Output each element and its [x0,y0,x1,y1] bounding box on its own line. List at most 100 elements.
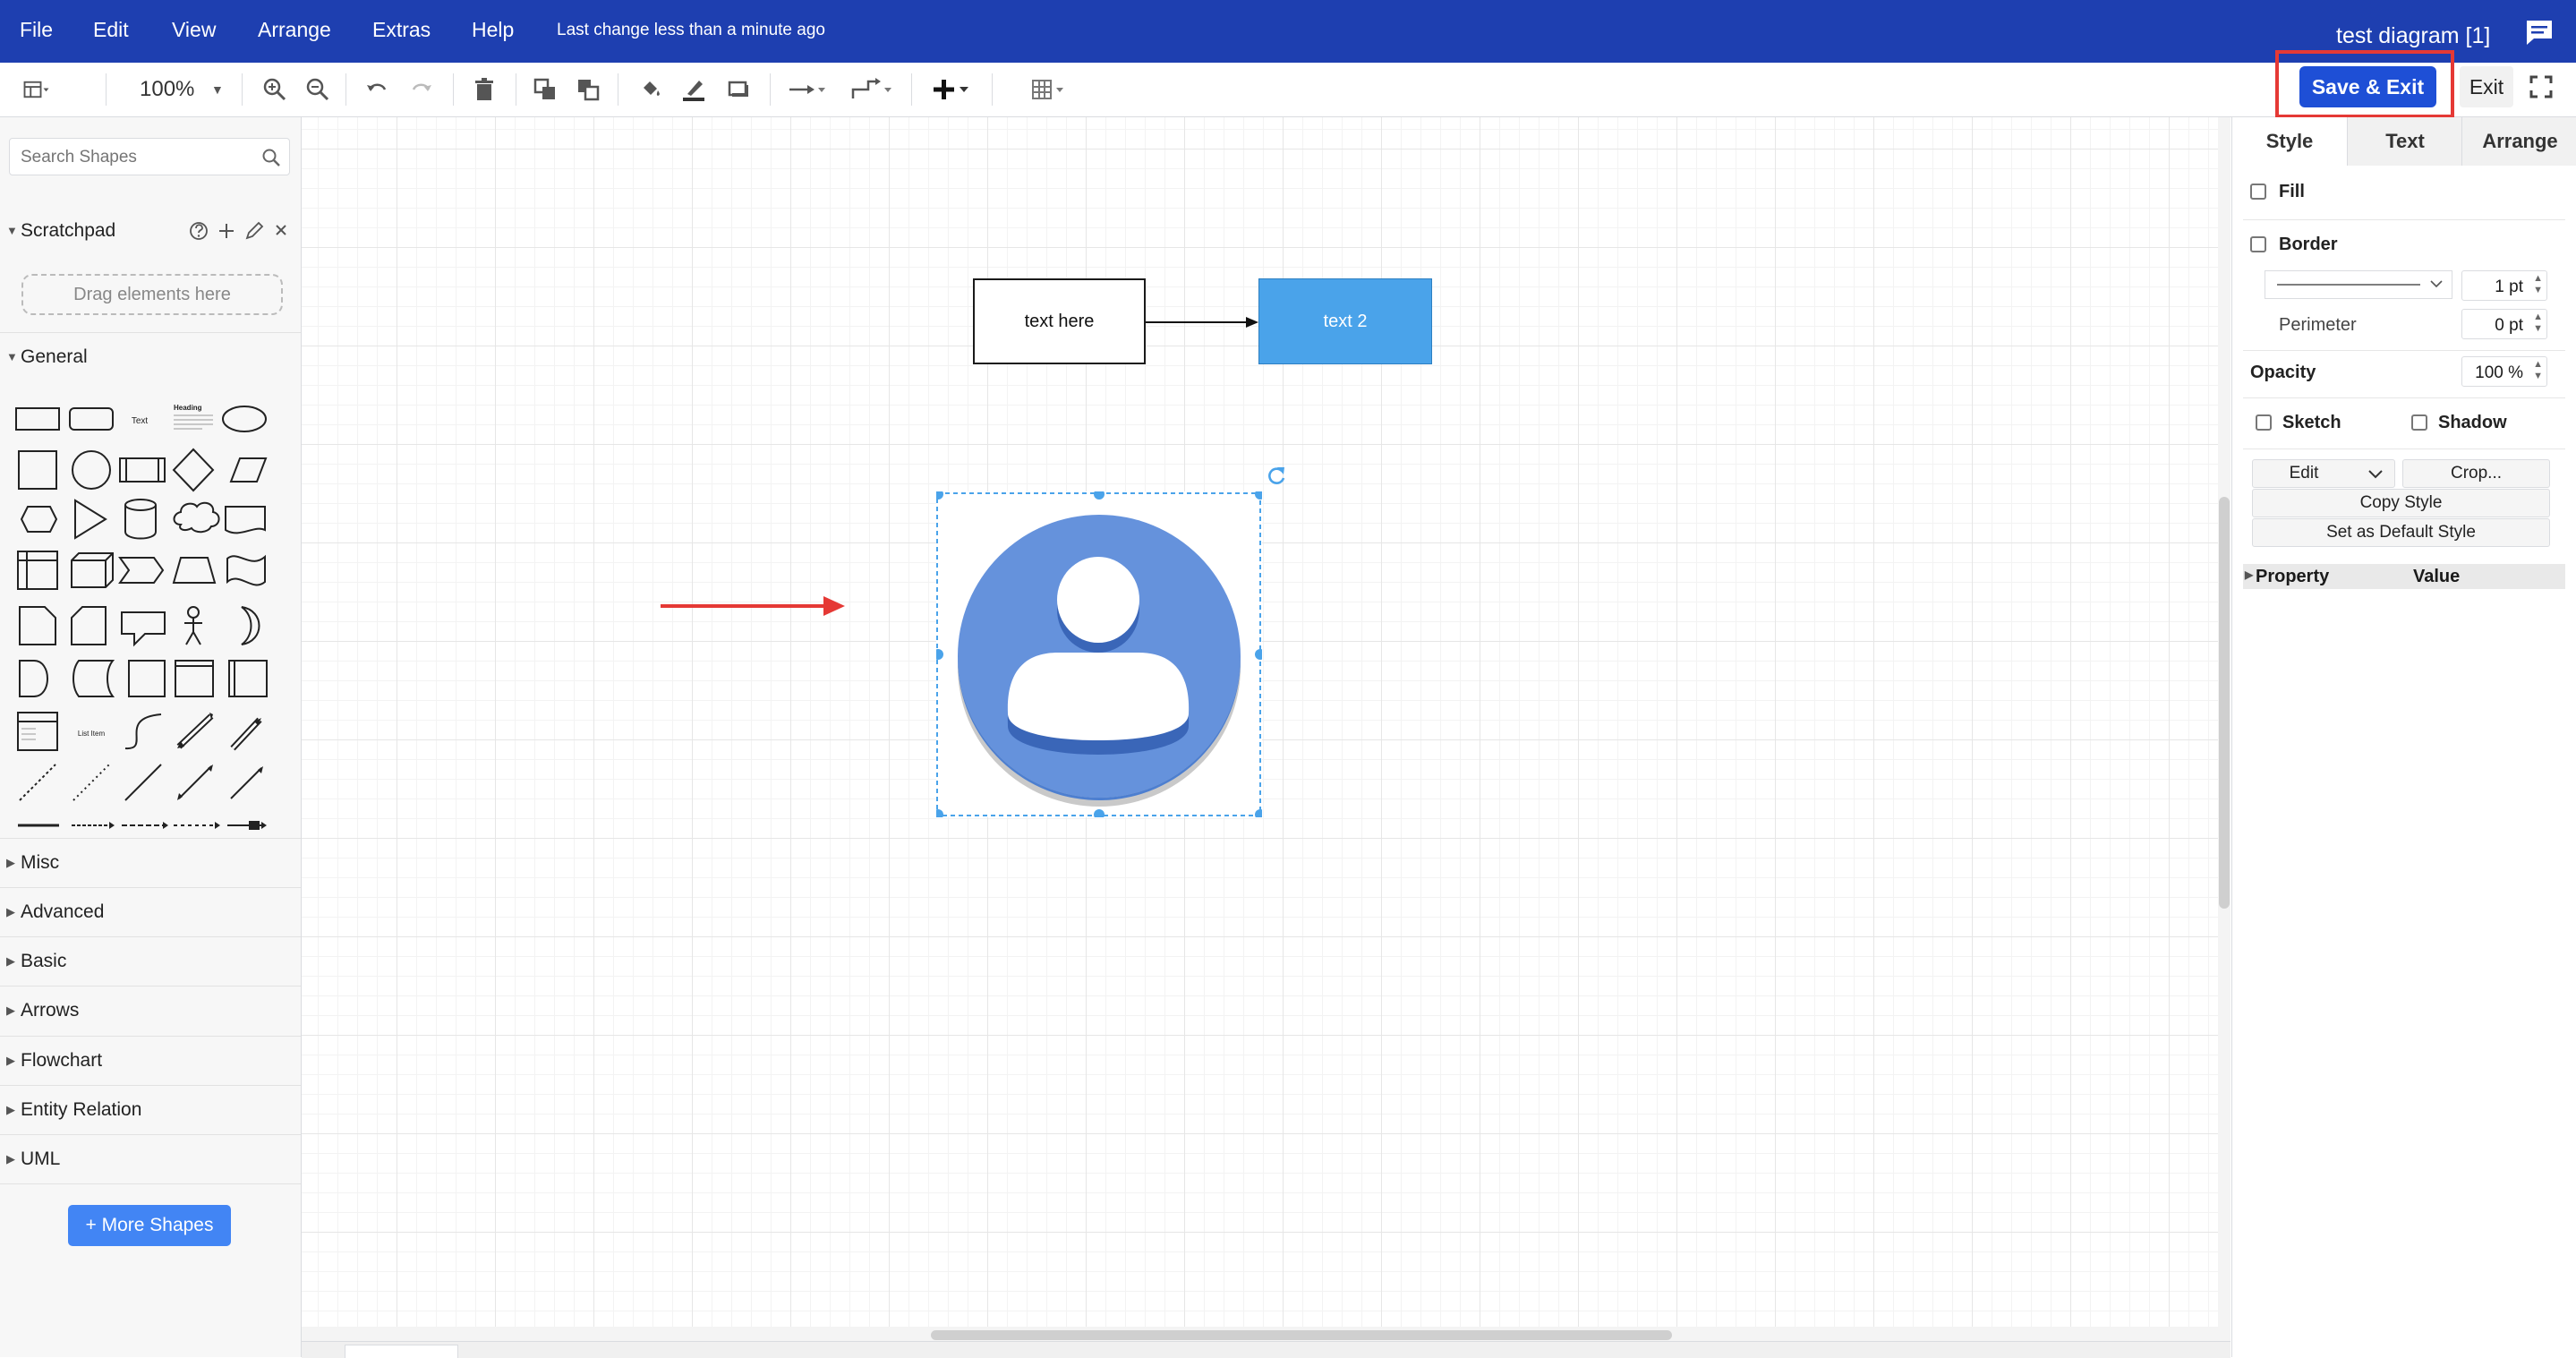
shape-note[interactable] [19,606,56,645]
help-icon[interactable] [190,222,208,240]
delete-icon[interactable] [471,77,498,102]
shape-ellipse[interactable] [222,406,267,432]
shape-line[interactable] [124,764,162,801]
shape-callout[interactable] [121,611,166,647]
shape-document[interactable] [225,506,266,534]
opacity-input[interactable]: 100 % ▲ ▼ [2461,356,2547,387]
insert-icon[interactable] [933,77,974,102]
table-icon[interactable] [1031,77,1076,102]
border-pattern-select[interactable] [2265,270,2452,299]
copy-style-button[interactable]: Copy Style [2252,489,2550,517]
shape-rectangle[interactable] [15,407,60,431]
section-basic[interactable]: ▶ Basic [0,936,301,986]
shape-data-storage[interactable] [73,660,115,697]
shape-curve[interactable] [124,713,162,750]
shape-internal-storage[interactable] [17,551,58,590]
to-back-icon[interactable] [575,77,601,102]
shape-rounded-rectangle[interactable] [69,407,114,431]
shape-or[interactable] [241,606,260,645]
shape-triangle[interactable] [74,499,107,540]
save-and-exit-button[interactable]: Save & Exit [2299,66,2436,107]
shape-hexagon[interactable] [20,506,58,533]
shape-card[interactable] [71,606,107,645]
zoom-caret-icon[interactable]: ▼ [211,82,224,97]
shape-cube[interactable] [71,552,114,588]
vertical-scroll-thumb[interactable] [2219,497,2230,909]
shape-circle[interactable] [72,450,111,490]
diagram-node-text-2[interactable]: text 2 [1258,278,1432,364]
tab-arrange[interactable]: Arrange [2461,117,2576,166]
shape-process[interactable] [119,457,166,483]
selected-user-image[interactable] [936,491,1262,817]
shadow-icon[interactable] [725,77,752,102]
property-table-header[interactable]: ▶ Property Value [2243,564,2565,589]
crop-button[interactable]: Crop... [2402,459,2550,488]
general-header[interactable]: ▼ General [0,332,301,381]
shape-vertical-container[interactable] [228,660,268,697]
shape-tape[interactable] [226,554,266,586]
section-misc[interactable]: ▶ Misc [0,838,301,887]
menu-file[interactable]: File [20,18,53,42]
shape-trapezoid[interactable] [172,557,217,584]
tab-text[interactable]: Text [2347,117,2462,166]
shape-cloud[interactable] [173,501,220,534]
connection-style-icon[interactable] [788,77,827,102]
set-default-style-button[interactable]: Set as Default Style [2252,518,2550,547]
zoom-in-icon[interactable] [261,77,288,102]
shape-diamond[interactable] [172,448,215,492]
spinner-arrows-icon[interactable]: ▲ ▼ [2533,273,2543,296]
shape-bidirectional-arrow[interactable] [176,713,214,749]
exit-button[interactable]: Exit [2460,66,2513,107]
edit-image-button[interactable]: Edit [2252,459,2395,488]
redo-icon[interactable] [408,77,435,102]
section-arrows[interactable]: ▶ Arrows [0,986,301,1035]
shape-delay[interactable] [19,660,48,697]
comment-icon[interactable] [2524,18,2555,47]
search-shapes-box[interactable] [9,138,290,175]
search-shapes-input[interactable] [19,147,255,168]
border-checkbox[interactable] [2250,236,2266,252]
waypoints-icon[interactable] [850,77,895,102]
perimeter-input[interactable]: 0 pt ▲ ▼ [2461,309,2547,339]
menu-edit[interactable]: Edit [93,18,129,42]
tab-style[interactable]: Style [2232,117,2347,166]
scratchpad-drop-area[interactable]: Drag elements here [21,274,283,315]
add-icon[interactable] [219,224,234,238]
shape-step[interactable] [118,557,165,584]
shape-bidirectional-connector[interactable] [178,765,212,799]
shape-actor[interactable] [184,606,202,645]
format-panel-toggle-icon[interactable] [23,77,50,102]
shape-directional-connector[interactable] [230,767,262,799]
menu-extras[interactable]: Extras [372,18,431,42]
rotate-handle-icon[interactable] [1264,464,1289,489]
shape-arrow[interactable] [230,717,262,751]
connector-edge[interactable] [1146,313,1260,331]
section-entity-relation[interactable]: ▶ Entity Relation [0,1085,301,1134]
close-icon[interactable] [276,225,286,235]
diagram-node-text-here[interactable]: text here [973,278,1146,364]
fill-checkbox[interactable] [2250,184,2266,200]
shape-square-2[interactable] [128,660,166,697]
spinner-arrows-icon[interactable]: ▲ ▼ [2533,359,2543,382]
zoom-out-icon[interactable] [304,77,331,102]
to-front-icon[interactable] [532,77,559,102]
menu-arrange[interactable]: Arrange [258,18,331,42]
section-advanced[interactable]: ▶ Advanced [0,887,301,936]
shape-square[interactable] [18,450,57,490]
last-change-status[interactable]: Last change less than a minute ago [557,21,825,40]
zoom-level[interactable]: 100% [140,77,194,102]
line-color-icon[interactable] [680,77,707,102]
page-tab[interactable] [345,1345,458,1358]
shape-parallelogram[interactable] [229,457,268,483]
menu-help[interactable]: Help [472,18,514,42]
shape-cylinder[interactable] [124,499,157,540]
shape-dotted-line[interactable] [73,764,110,801]
spinner-arrows-icon[interactable]: ▲ ▼ [2533,312,2543,335]
fill-color-icon[interactable] [637,77,664,102]
horizontal-scroll-thumb[interactable] [931,1330,1672,1340]
search-icon[interactable] [260,147,282,168]
menu-view[interactable]: View [172,18,216,42]
section-flowchart[interactable]: ▶ Flowchart [0,1036,301,1085]
shadow-checkbox[interactable] [2411,414,2427,431]
sketch-checkbox[interactable] [2256,414,2272,431]
